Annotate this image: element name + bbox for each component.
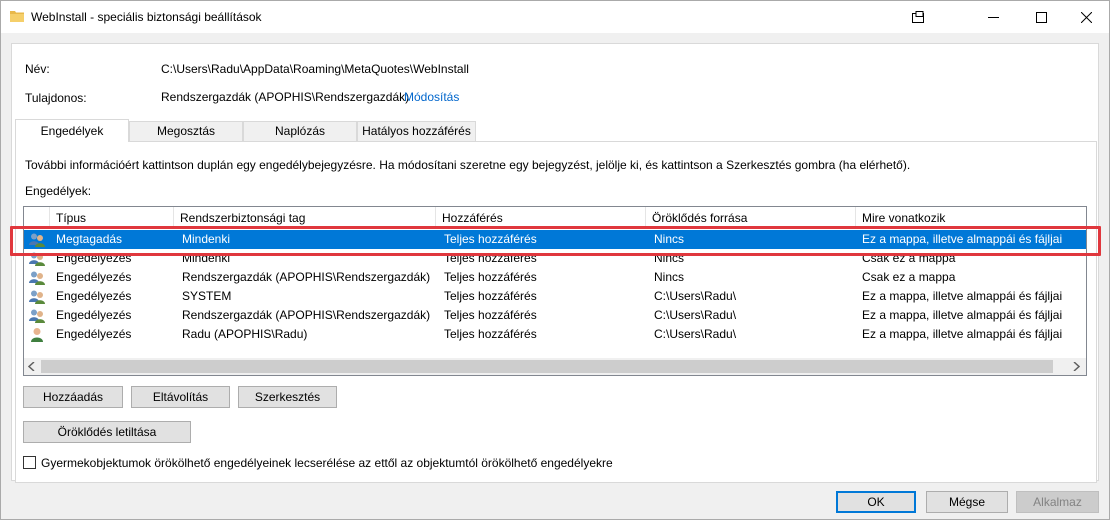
owner-label: Tulajdonos: (25, 91, 87, 105)
cell-inherited-from: Nincs (654, 270, 685, 284)
tab-sharing[interactable]: Megosztás (129, 121, 243, 141)
horizontal-scrollbar[interactable] (24, 358, 1086, 375)
change-owner-link[interactable]: Módosítás (404, 90, 459, 104)
security-dialog: WebInstall - speciális biztonsági beállí… (0, 0, 1110, 520)
ok-button-label: OK (867, 495, 885, 509)
column-header-inherited-from[interactable]: Öröklődés forrása (646, 207, 856, 229)
group-icon (29, 252, 45, 266)
cell-type: Megtagadás (56, 232, 123, 246)
cancel-button-label: Mégse (948, 495, 986, 509)
cell-principal: Radu (APOPHIS\Radu) (182, 327, 308, 341)
cell-access: Teljes hozzáférés (444, 308, 537, 322)
table-row[interactable]: Engedélyezés Rendszergazdák (APOPHIS\Rend… (24, 306, 1086, 325)
group-icon (29, 271, 45, 285)
folder-icon (10, 11, 24, 22)
cell-type: Engedélyezés (56, 251, 132, 265)
table-row[interactable]: Engedélyezés SYSTEM Teljes hozzáférés C:\Us… (24, 287, 1086, 306)
group-icon (29, 290, 45, 304)
table-row[interactable]: Engedélyezés Mindenki Teljes hozzáférés Nin… (24, 249, 1086, 268)
cell-access: Teljes hozzáférés (444, 289, 537, 303)
cell-principal: Rendszergazdák (APOPHIS\Rendszergazdák) (182, 270, 431, 284)
disable-inheritance-label: Öröklődés letiltása (57, 425, 157, 439)
cell-applies-to: Ez a mappa, illetve almappái és fájljai (862, 327, 1063, 341)
cell-inherited-from: C:\Users\Radu\ (654, 289, 737, 303)
scrollbar-thumb[interactable] (41, 360, 1053, 373)
table-row[interactable]: Megtagadás Mindenki Teljes hozzáférés Nincs… (24, 230, 1086, 249)
user-icon (31, 328, 43, 342)
group-icon (29, 233, 45, 247)
window-title: WebInstall - speciális biztonsági beállí… (31, 10, 262, 24)
cell-principal: Mindenki (182, 251, 231, 265)
cell-applies-to: Csak ez a mappa (862, 251, 956, 265)
list-header: Típus Rendszerbiztonsági tag Hozzáférés … (24, 207, 1086, 229)
group-icon (29, 309, 45, 323)
close-button[interactable] (1063, 1, 1109, 33)
apply-button[interactable]: Alkalmaz (1016, 491, 1099, 513)
maximize-icon (1035, 11, 1047, 23)
cell-access: Teljes hozzáférés (444, 232, 537, 246)
table-row[interactable]: Engedélyezés Rendszergazdák (APOPHIS\Rend… (24, 268, 1086, 287)
cell-applies-to: Ez a mappa, illetve almappái és fájljai (862, 289, 1063, 303)
column-header-principal[interactable]: Rendszerbiztonsági tag (174, 207, 436, 229)
title-bar[interactable]: WebInstall - speciális biztonsági beállí… (1, 1, 1109, 33)
remove-button-label: Eltávolítás (152, 390, 209, 404)
cell-principal: Mindenki (182, 232, 231, 246)
permissions-list[interactable]: Típus Rendszerbiztonsági tag Hozzáférés … (23, 206, 1087, 376)
cell-inherited-from: C:\Users\Radu\ (654, 327, 737, 341)
cell-type: Engedélyezés (56, 308, 132, 322)
add-button[interactable]: Hozzáadás (23, 386, 123, 408)
column-header-icon[interactable] (24, 207, 50, 229)
ok-button[interactable]: OK (836, 491, 916, 513)
apply-button-label: Alkalmaz (1033, 495, 1082, 509)
cancel-button[interactable]: Mégse (926, 491, 1008, 513)
close-icon (1080, 11, 1092, 23)
cell-applies-to: Ez a mappa, illetve almappái és fájljai (862, 308, 1063, 322)
column-header-type[interactable]: Típus (50, 207, 174, 229)
column-header-access[interactable]: Hozzáférés (436, 207, 646, 229)
info-text: További információért kattintson duplán … (25, 158, 911, 172)
replace-child-permissions-label: Gyermekobjektumok örökölhető engedélyein… (41, 456, 613, 470)
cell-inherited-from: Nincs (654, 251, 685, 265)
column-header-applies-to[interactable]: Mire vonatkozik (856, 207, 1086, 229)
cell-principal: SYSTEM (182, 289, 232, 303)
add-button-label: Hozzáadás (42, 390, 104, 404)
cell-applies-to: Csak ez a mappa (862, 270, 956, 284)
cell-principal: Rendszergazdák (APOPHIS\Rendszergazdák) (182, 308, 431, 322)
tab-effective-access[interactable]: Hatályos hozzáférés (357, 121, 476, 141)
scroll-right-icon[interactable] (1072, 362, 1080, 371)
cell-access: Teljes hozzáférés (444, 270, 537, 284)
cell-access: Teljes hozzáférés (444, 251, 537, 265)
minimize-button[interactable] (970, 1, 1016, 33)
cell-type: Engedélyezés (56, 327, 132, 341)
scroll-left-icon[interactable] (28, 362, 36, 371)
name-value: C:\Users\Radu\AppData\Roaming\MetaQuotes… (161, 62, 469, 76)
tab-auditing[interactable]: Naplózás (243, 121, 357, 141)
owner-value: Rendszergazdák (APOPHIS\Rendszergazdák) (161, 90, 410, 104)
cell-access: Teljes hozzáférés (444, 327, 537, 341)
edit-button-label: Szerkesztés (254, 390, 321, 404)
cell-type: Engedélyezés (56, 289, 132, 303)
table-row[interactable]: Engedélyezés Radu (APOPHIS\Radu) Teljes ho… (24, 325, 1086, 344)
edit-button[interactable]: Szerkesztés (238, 386, 337, 408)
minimize-icon (987, 16, 999, 18)
remove-button[interactable]: Eltávolítás (131, 386, 230, 408)
snap-icon[interactable] (895, 1, 941, 33)
cell-inherited-from: C:\Users\Radu\ (654, 308, 737, 322)
maximize-button[interactable] (1018, 1, 1064, 33)
permissions-list-label: Engedélyek: (25, 184, 92, 198)
tab-permissions[interactable]: Engedélyek (15, 119, 129, 142)
cell-inherited-from: Nincs (654, 232, 685, 246)
name-label: Név: (25, 62, 50, 76)
cell-type: Engedélyezés (56, 270, 132, 284)
replace-child-permissions-checkbox[interactable] (23, 456, 36, 469)
disable-inheritance-button[interactable]: Öröklődés letiltása (23, 421, 191, 443)
cell-applies-to: Ez a mappa, illetve almappái és fájljai (862, 232, 1063, 246)
